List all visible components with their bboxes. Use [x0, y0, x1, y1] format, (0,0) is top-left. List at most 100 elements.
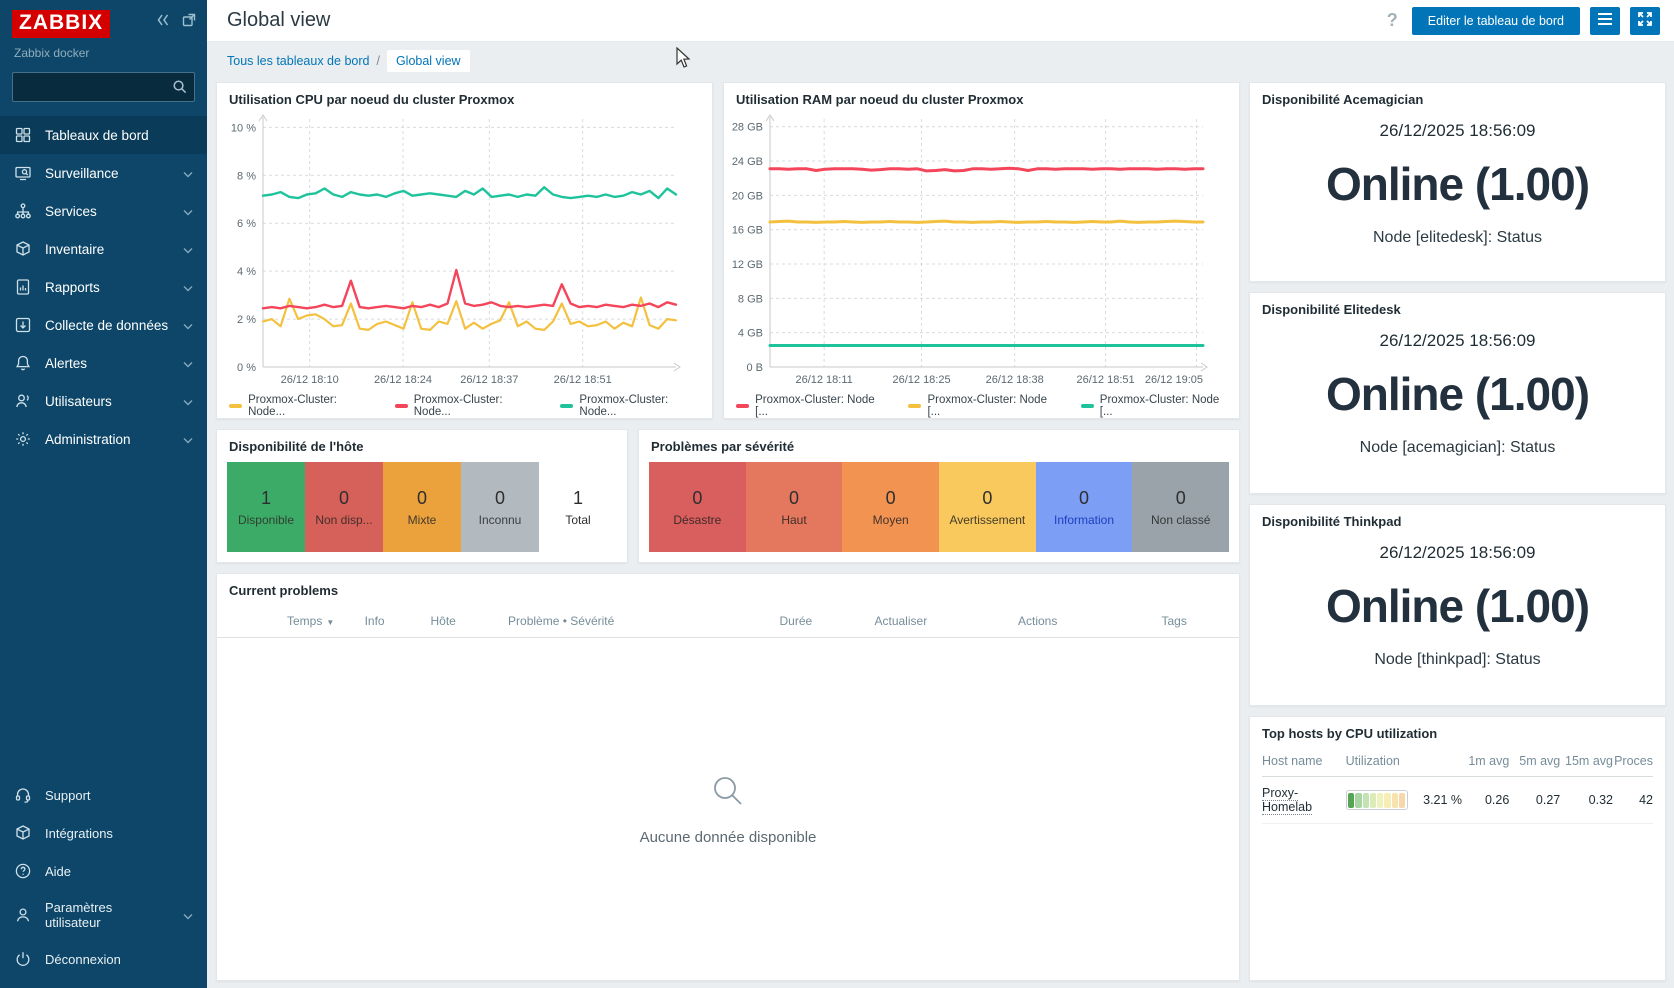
sidebar-item-signout[interactable]: Déconnexion: [0, 940, 207, 978]
reports-icon: [14, 278, 32, 296]
utilization-gauge: [1346, 790, 1408, 810]
svg-text:26/12 18:37: 26/12 18:37: [460, 374, 518, 386]
availability-block-unknown[interactable]: 0 Inconnu: [461, 462, 539, 552]
sidebar-item-label: Intégrations: [45, 826, 113, 841]
sidebar-item-integrations[interactable]: Intégrations: [0, 814, 207, 852]
card-status-value: Online (1.00): [1250, 579, 1665, 633]
help-question-icon[interactable]: ?: [1383, 10, 1402, 31]
availability-block-total[interactable]: 1 Total: [539, 462, 617, 552]
block-label: Inconnu: [479, 513, 522, 527]
dashboards-icon: [14, 126, 32, 144]
collapse-sidebar-icon[interactable]: [155, 12, 171, 28]
card-timestamp: 26/12/2025 18:56:09: [1250, 121, 1665, 141]
severity-block-information[interactable]: 0 Information: [1036, 462, 1133, 552]
breadcrumb-current[interactable]: Global view: [387, 50, 470, 72]
cpu-chart-plot[interactable]: 0 %2 %4 %6 %8 %10 %26/12 18:1026/12 18:2…: [217, 111, 690, 387]
svg-text:6 %: 6 %: [237, 218, 256, 230]
support-headset-icon: [14, 786, 32, 804]
sidebar-item-administration[interactable]: Administration: [0, 420, 207, 458]
avg-15m-value: 0.32: [1560, 793, 1613, 807]
sidebar-search-input[interactable]: [12, 72, 195, 102]
card-timestamp: 26/12/2025 18:56:09: [1250, 331, 1665, 351]
host-availability-widget: Disponibilité de l'hôte 1 Disponible 0 N…: [216, 429, 628, 563]
legend-swatch: [560, 404, 573, 408]
column-header-time[interactable]: Temps▼: [287, 614, 365, 628]
help-icon: [14, 862, 32, 880]
avg-1m-value: 0.26: [1462, 793, 1509, 807]
severity-block-disaster[interactable]: 0 Désastre: [649, 462, 746, 552]
sidebar-item-user-settings[interactable]: Paramètres utilisateur: [0, 890, 207, 940]
block-value: 0: [982, 488, 992, 509]
host-link[interactable]: Proxy-Homelab: [1262, 786, 1312, 815]
page-header: Global view ? Editer le tableau de bord: [207, 0, 1674, 42]
block-label: Avertissement: [949, 513, 1025, 527]
sidebar-item-data-collection[interactable]: Collecte de données: [0, 306, 207, 344]
dashboard-menu-button[interactable]: [1590, 7, 1620, 35]
svg-text:26/12 18:51: 26/12 18:51: [554, 374, 612, 386]
instance-name: Zabbix docker: [0, 38, 207, 60]
sidebar-item-help[interactable]: Aide: [0, 852, 207, 890]
current-problems-widget: Current problems Temps▼ Info Hôte Problè…: [216, 573, 1240, 981]
svg-text:20 GB: 20 GB: [732, 190, 763, 202]
sidebar-item-reports[interactable]: Rapports: [0, 268, 207, 306]
svg-text:26/12 18:25: 26/12 18:25: [892, 374, 950, 386]
edit-dashboard-button[interactable]: Editer le tableau de bord: [1412, 7, 1580, 35]
severity-blocks: 0 Désastre 0 Haut 0 Moyen 0: [639, 458, 1239, 562]
services-icon: [14, 202, 32, 220]
sidebar-menu: Tableaux de bord Surveillance Services I…: [0, 116, 207, 458]
sidebar-item-label: Inventaire: [45, 242, 104, 257]
problems-by-severity-widget: Problèmes par sévérité 0 Désastre 0 Haut…: [638, 429, 1240, 563]
sidebar-item-support[interactable]: Support: [0, 776, 207, 814]
block-value: 1: [573, 488, 583, 509]
sidebar-item-monitoring[interactable]: Surveillance: [0, 154, 207, 192]
svg-text:24 GB: 24 GB: [732, 156, 763, 168]
severity-block-warning[interactable]: 0 Avertissement: [939, 462, 1036, 552]
search-icon[interactable]: [171, 78, 188, 100]
block-label: Mixte: [408, 513, 437, 527]
sidebar-item-label: Surveillance: [45, 166, 119, 181]
column-header-processes: Proces: [1613, 754, 1653, 768]
severity-block-not-classified[interactable]: 0 Non classé: [1132, 462, 1229, 552]
monitoring-icon: [14, 164, 32, 182]
sidebar-item-services[interactable]: Services: [0, 192, 207, 230]
sidebar-item-label: Services: [45, 204, 97, 219]
hamburger-icon: [1597, 12, 1613, 29]
card-timestamp: 26/12/2025 18:56:09: [1250, 543, 1665, 563]
breadcrumb-root-link[interactable]: Tous les tableaux de bord: [227, 54, 369, 68]
block-value: 0: [789, 488, 799, 509]
block-label: Information: [1054, 513, 1114, 527]
availability-block-mixed[interactable]: 0 Mixte: [383, 462, 461, 552]
kiosk-mode-button[interactable]: [1630, 7, 1660, 35]
availability-card-thinkpad: Disponibilité Thinkpad 26/12/2025 18:56:…: [1249, 504, 1666, 706]
sidebar-item-label: Utilisateurs: [45, 394, 112, 409]
sidebar-item-inventory[interactable]: Inventaire: [0, 230, 207, 268]
severity-block-high[interactable]: 0 Haut: [746, 462, 843, 552]
availability-card-elitedesk: Disponibilité Elitedesk 26/12/2025 18:56…: [1249, 292, 1666, 494]
column-header-info: Info: [365, 614, 431, 628]
column-header-utilization: Utilization: [1346, 754, 1462, 768]
block-label: Non disp...: [315, 513, 372, 527]
availability-block-unavailable[interactable]: 0 Non disp...: [305, 462, 383, 552]
block-label: Moyen: [873, 513, 909, 527]
severity-block-average[interactable]: 0 Moyen: [842, 462, 939, 552]
sidebar-item-alerts[interactable]: Alertes: [0, 344, 207, 382]
svg-text:2 %: 2 %: [237, 314, 256, 326]
ram-chart-widget: Utilisation RAM par noeud du cluster Pro…: [723, 82, 1240, 419]
block-value: 0: [1079, 488, 1089, 509]
card-node-label: Node [acemagician]: Status: [1250, 439, 1665, 457]
ram-chart-plot[interactable]: 0 B4 GB8 GB12 GB16 GB20 GB24 GB28 GB26/1…: [724, 111, 1217, 387]
sidebar-item-dashboards[interactable]: Tableaux de bord: [0, 116, 207, 154]
users-icon: [14, 392, 32, 410]
availability-block-available[interactable]: 1 Disponible: [227, 462, 305, 552]
integrations-cube-icon: [14, 824, 32, 842]
undock-sidebar-icon[interactable]: [181, 12, 197, 28]
widget-title: Top hosts by CPU utilization: [1250, 717, 1665, 745]
svg-text:8 GB: 8 GB: [738, 293, 763, 305]
chevron-down-icon: [183, 280, 193, 295]
fullscreen-icon: [1637, 11, 1653, 30]
block-label: Haut: [781, 513, 806, 527]
block-value: 1: [261, 488, 271, 509]
sidebar-item-label: Support: [45, 788, 91, 803]
sidebar-item-users[interactable]: Utilisateurs: [0, 382, 207, 420]
svg-text:8 %: 8 %: [237, 170, 256, 182]
